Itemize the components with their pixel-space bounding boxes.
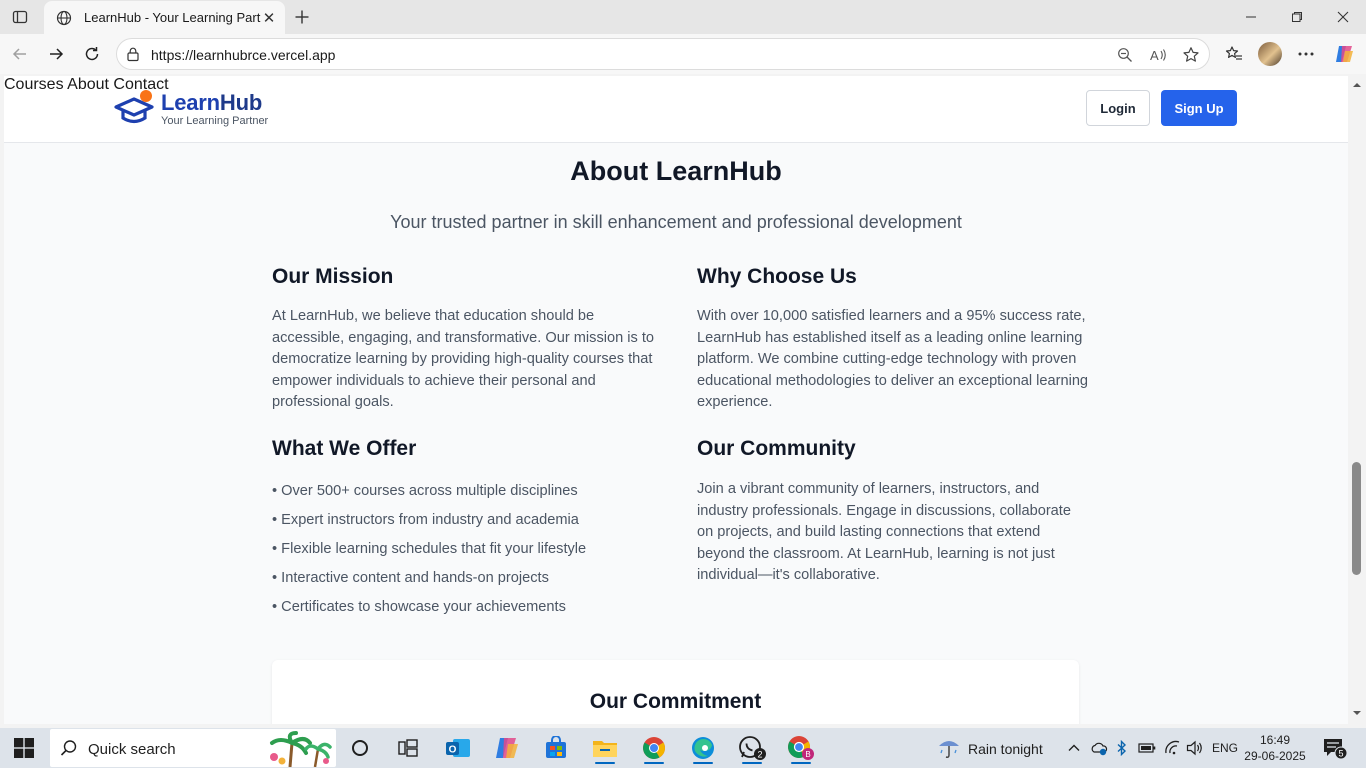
search-icon — [60, 740, 77, 756]
brand-tagline: Your Learning Partner — [161, 115, 269, 127]
windows-taskbar: Quick search O 2 B Rain tonight ENG 16:4… — [0, 728, 1366, 768]
notification-badge: 5 — [1338, 749, 1343, 759]
why-choose-text: With over 10,000 satisfied learners and … — [697, 308, 1089, 411]
favorite-icon[interactable] — [1181, 45, 1201, 65]
language-indicator[interactable]: ENG — [1212, 728, 1238, 768]
signup-button[interactable]: Sign Up — [1161, 90, 1237, 126]
login-button[interactable]: Login — [1086, 90, 1150, 126]
tab-actions-icon[interactable] — [8, 5, 32, 29]
brand-name: LearnHub — [161, 90, 263, 115]
search-highlight-icon — [270, 731, 332, 767]
close-icon[interactable]: ✕ — [261, 10, 277, 27]
tab-title: LearnHub - Your Learning Partner — [84, 10, 261, 25]
edge-icon[interactable] — [685, 732, 721, 764]
page-title: About LearnHub — [570, 156, 782, 186]
weather-widget[interactable]: Rain tonight — [936, 736, 1048, 760]
list-item: • Interactive content and hands-on proje… — [272, 570, 549, 586]
nav-courses-link[interactable]: Courses — [4, 76, 64, 93]
profile-avatar[interactable] — [1258, 42, 1282, 66]
browser-tab[interactable]: LearnHub - Your Learning Partner ✕ — [44, 1, 285, 34]
clock-time: 16:49 — [1259, 733, 1291, 747]
mission-heading: Our Mission — [272, 265, 394, 288]
page-subtitle: Your trusted partner in skill enhancemen… — [390, 212, 962, 232]
task-view-icon[interactable] — [390, 732, 426, 764]
back-icon[interactable] — [6, 40, 34, 68]
copilot-icon[interactable] — [1330, 40, 1358, 68]
lock-icon[interactable] — [125, 46, 141, 62]
forward-icon[interactable] — [42, 40, 70, 68]
zoom-icon[interactable] — [1115, 45, 1135, 65]
mission-text: At LearnHub, we believe that education s… — [272, 308, 655, 411]
list-item: • Expert instructors from industry and a… — [272, 512, 579, 528]
cortana-icon[interactable] — [342, 732, 378, 764]
page-viewport: LearnHub Your Learning Partner Courses A… — [4, 76, 1348, 724]
weather-icon — [939, 741, 959, 758]
weather-text: Rain tonight — [968, 741, 1043, 757]
page-scrollbar[interactable] — [1348, 76, 1366, 724]
svg-text:B: B — [805, 750, 810, 759]
taskbar-search[interactable]: Quick search — [50, 729, 336, 767]
clock-date: 29-06-2025 — [1244, 749, 1306, 763]
chrome-profile-icon[interactable]: B — [783, 732, 819, 764]
scroll-down-icon[interactable] — [1351, 708, 1363, 718]
browser-tab-strip: LearnHub - Your Learning Partner ✕ — [0, 0, 1366, 34]
community-heading: Our Community — [697, 437, 856, 460]
onedrive-icon[interactable] — [1090, 728, 1108, 768]
minimize-icon[interactable] — [1228, 0, 1274, 34]
chevron-up-icon[interactable] — [1066, 728, 1082, 768]
list-item: • Over 500+ courses across multiple disc… — [272, 483, 578, 499]
scrollbar-thumb[interactable] — [1352, 462, 1361, 575]
plus-icon[interactable] — [290, 5, 314, 29]
search-placeholder: Quick search — [88, 741, 176, 758]
refresh-icon[interactable] — [78, 40, 106, 68]
more-icon[interactable] — [1292, 40, 1320, 68]
close-window-icon[interactable] — [1320, 0, 1366, 34]
file-explorer-icon[interactable] — [587, 732, 623, 764]
offer-list: • Over 500+ courses across multiple disc… — [272, 481, 586, 626]
why-choose-heading: Why Choose Us — [697, 265, 857, 288]
commitment-card: Our Commitment — [272, 660, 1079, 724]
store-icon[interactable] — [538, 732, 574, 764]
read-aloud-icon[interactable]: A — [1149, 45, 1169, 65]
notification-icon[interactable]: 5 — [1322, 728, 1348, 768]
community-text: Join a vibrant community of learners, in… — [697, 481, 1071, 584]
offer-heading: What We Offer — [272, 437, 417, 460]
restore-icon[interactable] — [1274, 0, 1320, 34]
scroll-up-icon[interactable] — [1351, 80, 1363, 90]
copilot-app-icon[interactable] — [489, 732, 525, 764]
browser-toolbar: https://learnhubrce.vercel.app A — [0, 34, 1366, 74]
whatsapp-icon[interactable]: 2 — [734, 732, 770, 764]
system-clock[interactable]: 16:49 29-06-2025 — [1244, 732, 1306, 764]
nav-about-link[interactable]: About — [67, 76, 109, 93]
outlook-icon[interactable]: O — [440, 732, 476, 764]
site-header: LearnHub Your Learning Partner Courses A… — [4, 76, 1348, 143]
graduation-cap-icon — [114, 90, 154, 124]
svg-text:O: O — [449, 745, 457, 756]
list-item: • Certificates to showcase your achievem… — [272, 599, 566, 615]
favorites-icon[interactable] — [1220, 40, 1248, 68]
url-text[interactable]: https://learnhubrce.vercel.app — [151, 47, 335, 63]
list-item: • Flexible learning schedules that fit y… — [272, 541, 587, 557]
bluetooth-icon[interactable] — [1116, 728, 1128, 768]
whatsapp-badge: 2 — [757, 750, 762, 760]
volume-icon[interactable] — [1186, 728, 1204, 768]
globe-icon — [56, 10, 72, 25]
chrome-icon[interactable] — [636, 732, 672, 764]
windows-icon[interactable] — [14, 738, 34, 758]
commitment-heading: Our Commitment — [589, 690, 762, 713]
address-bar[interactable]: https://learnhubrce.vercel.app A — [116, 38, 1210, 70]
svg-text:A: A — [1150, 48, 1159, 63]
wifi-icon[interactable] — [1164, 728, 1182, 768]
battery-icon[interactable] — [1138, 728, 1156, 768]
